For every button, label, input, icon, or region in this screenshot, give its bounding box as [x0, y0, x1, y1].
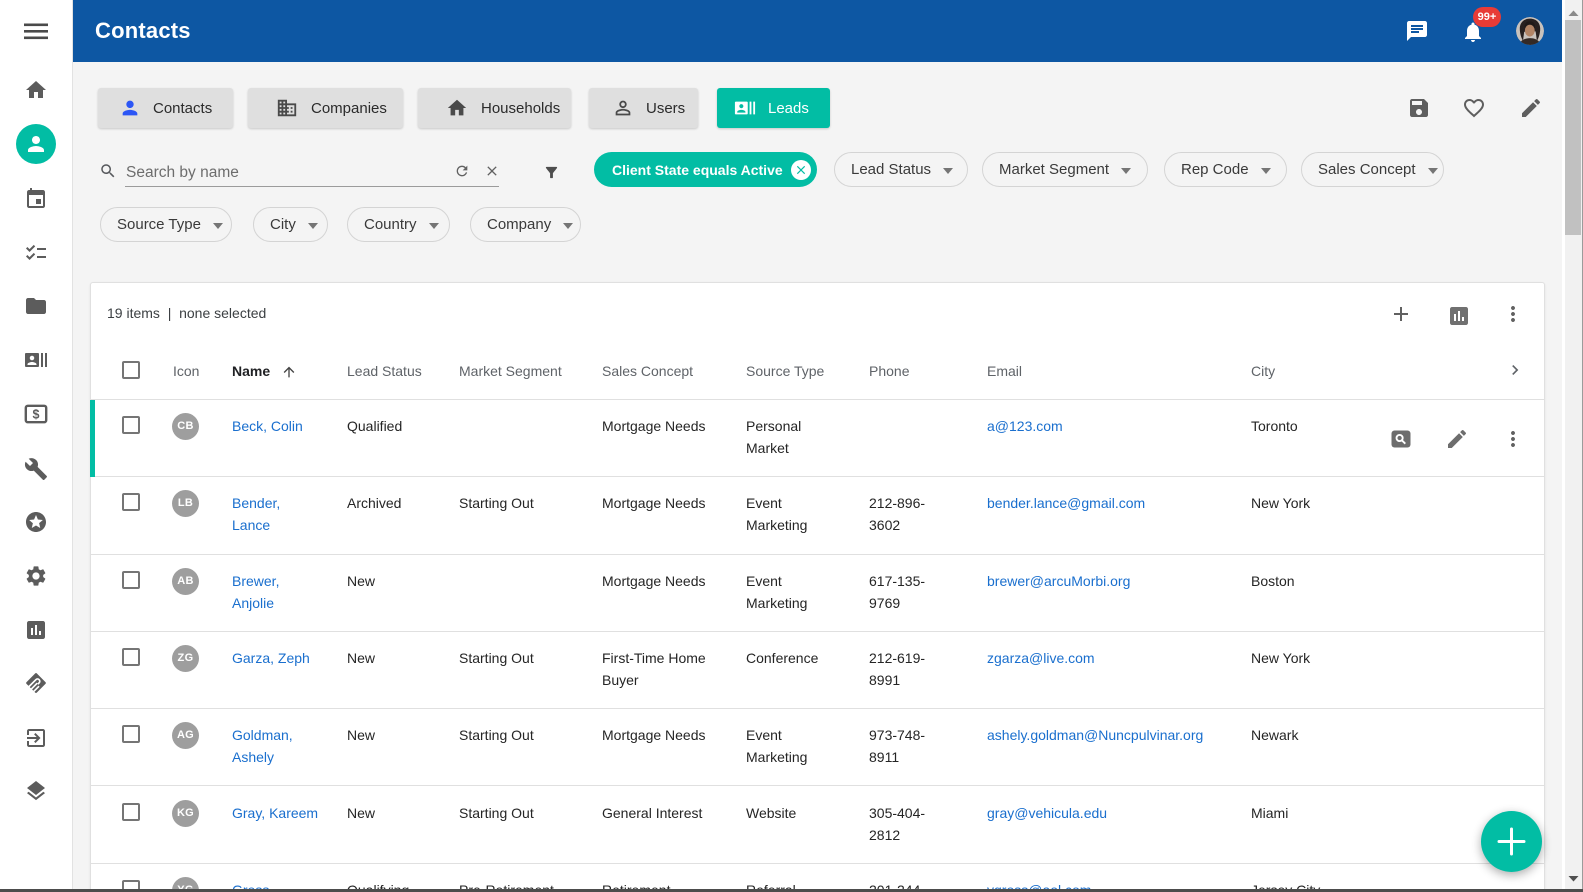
svg-text:$: $: [33, 408, 40, 422]
